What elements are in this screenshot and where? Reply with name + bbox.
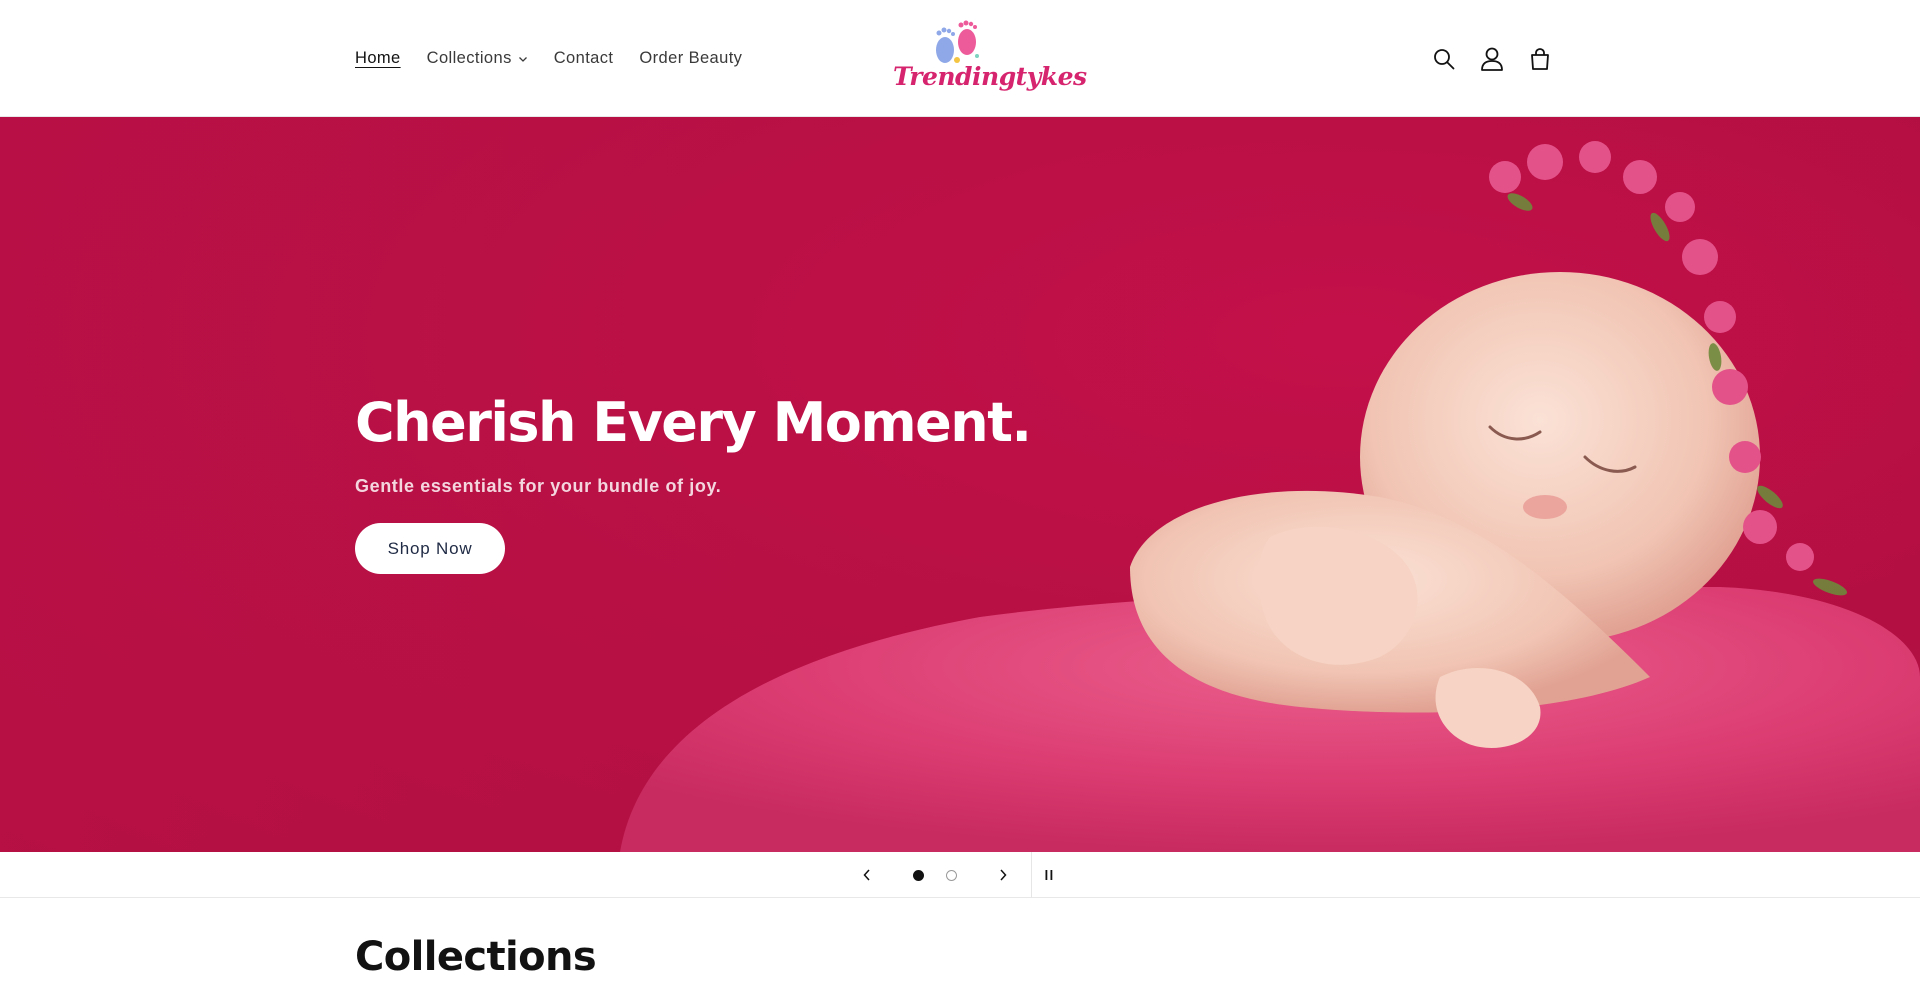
main-nav: Home Collections Contact Order Beauty — [355, 0, 755, 117]
shop-now-button[interactable]: Shop Now — [355, 523, 505, 575]
account-button[interactable] — [1478, 40, 1506, 78]
slider-dot-2[interactable] — [943, 852, 959, 898]
cart-icon — [1531, 48, 1549, 70]
nav-home[interactable]: Home — [355, 49, 414, 68]
search-button[interactable] — [1430, 40, 1458, 78]
slider-divider — [1031, 852, 1032, 898]
chevron-down-icon — [518, 56, 527, 62]
header-icons — [1430, 40, 1554, 78]
search-icon — [1434, 49, 1455, 70]
slider-pause-button[interactable] — [1034, 852, 1064, 898]
nav-collections[interactable]: Collections — [414, 49, 541, 68]
chevron-right-icon — [1000, 869, 1007, 881]
pause-icon — [1045, 870, 1053, 880]
baby-feet-icon — [936, 20, 979, 63]
slider-prev-button[interactable] — [852, 852, 882, 898]
nav-order-beauty[interactable]: Order Beauty — [626, 49, 755, 68]
account-icon — [1481, 47, 1503, 71]
slider-dot-1[interactable] — [910, 852, 926, 898]
collections-heading: Collections — [355, 934, 597, 980]
chevron-left-icon — [863, 869, 870, 881]
nav-contact[interactable]: Contact — [541, 49, 627, 68]
logo-text: Trendingtykes — [893, 62, 1087, 91]
slider-controls — [0, 852, 1920, 898]
slide-indicator-active — [912, 869, 924, 881]
site-logo[interactable]: Trendingtykes — [893, 20, 1087, 100]
site-header: Home Collections Contact Order Beauty Tr… — [0, 0, 1920, 117]
hero-banner: Cherish Every Moment. Gentle essentials … — [0, 117, 1920, 852]
hero-subtitle: Gentle essentials for your bundle of joy… — [355, 476, 722, 497]
hero-content: Cherish Every Moment. Gentle essentials … — [355, 391, 1032, 575]
nav-collections-label: Collections — [426, 49, 512, 67]
cart-button[interactable] — [1526, 40, 1554, 78]
slide-indicator — [945, 869, 957, 881]
hero-title: Cherish Every Moment. — [355, 391, 1032, 454]
slider-next-button[interactable] — [988, 852, 1018, 898]
